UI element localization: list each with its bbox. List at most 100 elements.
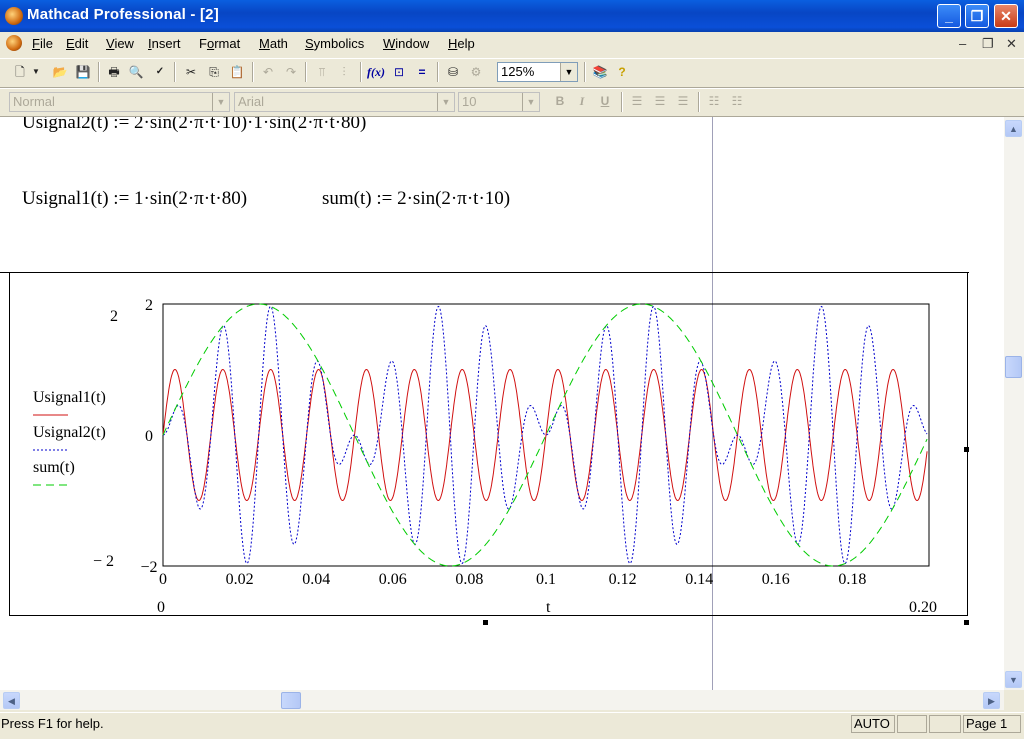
zoom-select[interactable]: 125% ▼ (497, 62, 578, 82)
maximize-button[interactable]: ❐ (965, 4, 989, 28)
x-tick-label: 0.08 (455, 571, 483, 588)
menu-edit[interactable]: Edit (66, 36, 88, 51)
toolbar-separator (621, 92, 623, 112)
open-folder-icon[interactable]: 📂 (50, 62, 70, 82)
menu-help[interactable]: Help (448, 36, 475, 51)
align-down-icon[interactable]: ⫶ (334, 62, 354, 82)
horizontal-scrollbar[interactable] (0, 690, 1004, 710)
chevron-down-icon[interactable]: ▼ (437, 93, 454, 111)
x-tick-label: 0.1 (536, 571, 556, 588)
x-axis-max-label: 0.20 (909, 599, 937, 616)
print-preview-icon[interactable]: 🔍 (126, 62, 146, 82)
y-tick-label: 2 (145, 297, 153, 314)
save-icon[interactable]: 💾 (73, 62, 93, 82)
x-tick-label: 0.04 (302, 571, 330, 588)
toolbar-separator (98, 62, 100, 82)
new-icon[interactable]: 🗋 (10, 62, 30, 82)
font-select[interactable]: Arial ▼ (234, 92, 455, 112)
vertical-scroll-thumb[interactable] (1005, 356, 1022, 378)
tick-labels: 0 0.02 0.04 0.06 0.08 0.1 0.12 0.14 0.16 0.1820−2 (140, 297, 866, 588)
legend-label: Usignal1(t) (33, 389, 106, 406)
resize-handle[interactable] (964, 620, 969, 625)
minimize-button[interactable]: _ (937, 4, 961, 28)
bullet-list-icon[interactable]: ☷ (704, 91, 724, 111)
resize-handle[interactable] (964, 447, 969, 452)
x-tick-label: 0.06 (379, 571, 407, 588)
document-icon[interactable] (6, 35, 22, 51)
toolbar-separator (584, 62, 586, 82)
y-tick-label: −2 (140, 559, 157, 576)
resource-center-icon[interactable]: 📚 (590, 62, 610, 82)
insert-unit-icon[interactable]: ⊡ (389, 62, 409, 82)
menu-file[interactable]: File (32, 36, 53, 51)
insert-component-icon[interactable]: ⛁ (443, 62, 463, 82)
italic-button[interactable]: I (572, 91, 592, 111)
series-line-3 (162, 303, 928, 567)
status-panel-empty (929, 715, 961, 733)
resize-handle[interactable] (483, 620, 488, 625)
paste-icon[interactable]: 📋 (227, 62, 247, 82)
chevron-down-icon[interactable]: ▼ (560, 63, 577, 81)
underline-button[interactable]: U (595, 91, 615, 111)
close-button[interactable]: ✕ (994, 4, 1018, 28)
cut-icon[interactable]: ✂ (181, 62, 201, 82)
toolbar-separator (252, 62, 254, 82)
mdi-close-button[interactable]: ✕ (1006, 36, 1017, 52)
mathcad-app-icon[interactable] (5, 7, 23, 25)
font-value: Arial (238, 94, 265, 109)
scroll-left-button[interactable]: ◀ (3, 692, 20, 709)
menu-format[interactable]: Format (199, 36, 240, 51)
x-tick-label: 0 (159, 571, 167, 588)
calc-mode-indicator: AUTO (851, 715, 895, 733)
numbered-list-icon[interactable]: ☷ (727, 91, 747, 111)
series-line-2 (162, 305, 928, 565)
menu-view[interactable]: View (106, 36, 134, 51)
align-left-icon[interactable]: ☰ (627, 91, 647, 111)
mdi-restore-button[interactable]: ❐ (982, 36, 994, 52)
spell-check-icon[interactable]: ✓ (150, 62, 170, 82)
scroll-right-button[interactable]: ▶ (983, 692, 1000, 709)
undo-icon[interactable]: ↶ (258, 62, 278, 82)
help-icon[interactable]: ? (612, 62, 632, 82)
x-axis-label: t (546, 599, 551, 616)
font-size-select[interactable]: 10 ▼ (458, 92, 540, 112)
menu-symbolics[interactable]: Symbolics (305, 36, 364, 51)
toolbar-separator (698, 92, 700, 112)
x-tick-label: 0.14 (685, 571, 713, 588)
x-tick-label: 0.18 (838, 571, 866, 588)
x-tick-label: 0.02 (226, 571, 254, 588)
menu-window[interactable]: Window (383, 36, 429, 51)
calculate-icon[interactable]: = (412, 62, 432, 82)
style-value: Normal (13, 94, 55, 109)
align-right-icon[interactable]: ☰ (673, 91, 693, 111)
align-across-icon[interactable]: ⫪ (312, 62, 332, 82)
legend: Usignal1(t) Usignal2(t) sum(t) (33, 389, 106, 486)
x-tick-label: 0.16 (762, 571, 790, 588)
new-dropdown-icon[interactable]: ▼ (30, 62, 42, 82)
copy-icon[interactable]: ⎘ (204, 62, 224, 82)
y-axis-min-label: − 2 (93, 553, 114, 570)
menu-insert[interactable]: Insert (148, 36, 181, 51)
scroll-down-button[interactable]: ▼ (1005, 671, 1022, 688)
insert-function-icon[interactable]: f(x) (366, 62, 386, 82)
chevron-down-icon[interactable]: ▼ (212, 93, 229, 111)
chevron-down-icon[interactable]: ▼ (522, 93, 539, 111)
status-help-text: Press F1 for help. (1, 716, 104, 731)
print-icon[interactable]: 🖶 (104, 62, 124, 82)
worksheet[interactable]: Usignal2(t) := 2·sin(2·π·t·10)·1·sin(2·π… (0, 117, 1004, 690)
mdi-minimize-button[interactable]: – (959, 36, 966, 51)
page-indicator: Page 1 (963, 715, 1021, 733)
legend-label: Usignal2(t) (33, 424, 106, 441)
bold-button[interactable]: B (550, 91, 570, 111)
toolbar-separator (360, 62, 362, 82)
series-group (162, 303, 928, 567)
vertical-scrollbar[interactable] (1004, 117, 1024, 690)
align-center-icon[interactable]: ☰ (650, 91, 670, 111)
scroll-up-button[interactable]: ▲ (1005, 120, 1022, 137)
menu-math[interactable]: Math (259, 36, 288, 51)
redo-icon[interactable]: ↷ (281, 62, 301, 82)
xy-plot[interactable]: 0 0.02 0.04 0.06 0.08 0.1 0.12 0.14 0.16 0.1820−2… (0, 117, 1004, 690)
style-select[interactable]: Normal ▼ (9, 92, 230, 112)
horizontal-scroll-thumb[interactable] (281, 692, 301, 709)
run-script-icon[interactable]: ⚙ (466, 62, 486, 82)
